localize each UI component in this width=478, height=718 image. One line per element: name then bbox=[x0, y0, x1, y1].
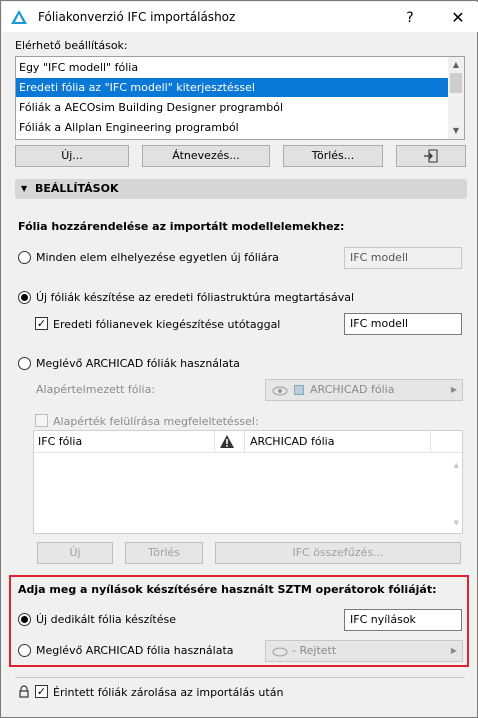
suffix-field[interactable]: IFC modell bbox=[344, 313, 462, 335]
default-layer-label: Alapértelmezett fólia: bbox=[36, 383, 156, 396]
divider bbox=[15, 677, 465, 678]
layer-icon bbox=[294, 385, 304, 395]
existing-layers-radio[interactable] bbox=[18, 357, 31, 370]
dialog-window: Fóliakonverzió IFC importáláshoz ? ✕ Elé… bbox=[0, 0, 478, 718]
scrollbar[interactable]: ▲ ▼ bbox=[448, 57, 464, 139]
chevron-up-icon: ▲ bbox=[453, 461, 459, 469]
chevron-right-icon: ▶ bbox=[450, 385, 457, 394]
import-preset-button[interactable] bbox=[396, 145, 466, 167]
delete-mapping-button: Törlés bbox=[125, 542, 203, 564]
openings-new-label: Új dedikált fólia készítése bbox=[36, 613, 177, 626]
openings-existing-radio[interactable] bbox=[18, 644, 31, 657]
lock-label: Érintett fóliák zárolása az importálás u… bbox=[53, 686, 284, 699]
default-layer-value: ARCHICAD fólia bbox=[310, 383, 395, 396]
warning-icon bbox=[220, 435, 234, 448]
delete-preset-button[interactable]: Törlés... bbox=[283, 145, 383, 167]
ifc-layer-cell: IFC fólia bbox=[38, 435, 83, 448]
list-item[interactable]: Egy "IFC modell" fólia bbox=[16, 58, 450, 77]
list-item[interactable]: Fóliák a Allplan Engineering programból bbox=[16, 118, 450, 137]
chevron-down-icon: ▼ bbox=[453, 519, 459, 527]
eye-icon bbox=[272, 386, 288, 396]
default-layer-select: ARCHICAD fólia ▶ bbox=[265, 379, 463, 401]
table-row[interactable]: IFC fólia ARCHICAD fólia bbox=[34, 431, 462, 453]
archicad-layer-cell: ARCHICAD fólia bbox=[250, 435, 335, 448]
new-layers-label: Új fóliák készítése az eredeti fóliastru… bbox=[36, 291, 355, 304]
openings-layer-select: - Rejtett ▶ bbox=[265, 640, 463, 662]
rename-preset-button[interactable]: Átnevezés... bbox=[142, 145, 270, 167]
single-layer-radio[interactable] bbox=[18, 251, 31, 264]
single-layer-label: Minden elem elhelyezése egyetlen új fóli… bbox=[36, 251, 279, 264]
new-mapping-button: Új bbox=[37, 542, 113, 564]
suffix-label: Eredeti fólianevek kiegészítése utótagga… bbox=[53, 318, 281, 331]
list-item[interactable]: Fóliák a AECOsim Building Designer progr… bbox=[16, 98, 450, 117]
override-label: Alapérték felülírása megfeleltetéssel: bbox=[53, 415, 259, 428]
lock-checkbox[interactable]: ✓ bbox=[35, 685, 48, 698]
archicad-icon bbox=[11, 10, 27, 24]
openings-layer-field[interactable]: IFC nyílások bbox=[344, 609, 462, 631]
eye-closed-icon bbox=[272, 647, 288, 657]
list-item[interactable]: Eredeti fólia az "IFC modell" kiterjeszt… bbox=[16, 78, 450, 97]
new-layers-radio[interactable] bbox=[18, 291, 31, 304]
lock-icon bbox=[19, 685, 29, 698]
presets-list[interactable]: Egy "IFC modell" fólia Eredeti fólia az … bbox=[15, 56, 465, 140]
override-checkbox bbox=[35, 414, 48, 427]
scrollbar-thumb[interactable] bbox=[450, 73, 462, 93]
chevron-down-icon[interactable]: ▼ bbox=[448, 123, 464, 139]
chevron-right-icon: ▶ bbox=[450, 646, 457, 655]
merge-ifc-button: IFC összefűzés... bbox=[215, 542, 461, 564]
assign-heading: Fólia hozzárendelése az importált modell… bbox=[18, 220, 345, 233]
suffix-checkbox[interactable]: ✓ bbox=[35, 317, 48, 330]
openings-layer-value: - Rejtett bbox=[292, 644, 337, 657]
settings-header-label: BEÁLLÍTÁSOK bbox=[35, 182, 119, 195]
new-preset-button[interactable]: Új... bbox=[15, 145, 129, 167]
chevron-up-icon[interactable]: ▲ bbox=[448, 57, 464, 73]
existing-layers-label: Meglévő ARCHICAD fóliák használata bbox=[36, 357, 240, 370]
openings-heading: Adja meg a nyílások készítésére használt… bbox=[18, 583, 437, 596]
openings-existing-label: Meglévő ARCHICAD fólia használata bbox=[36, 644, 234, 657]
window-title: Fóliakonverzió IFC importáláshoz bbox=[38, 10, 236, 24]
single-layer-name-field: IFC modell bbox=[344, 247, 462, 269]
chevron-down-icon: ▼ bbox=[21, 184, 28, 193]
help-button[interactable]: ? bbox=[400, 8, 420, 28]
close-button[interactable]: ✕ bbox=[448, 8, 468, 28]
mapping-table[interactable]: IFC fólia ARCHICAD fólia ▲ ▼ bbox=[33, 430, 463, 534]
openings-new-radio[interactable] bbox=[18, 613, 31, 626]
title-bar: Fóliakonverzió IFC importáláshoz ? ✕ bbox=[2, 2, 478, 32]
import-icon bbox=[424, 149, 438, 163]
settings-section-header[interactable]: ▼ BEÁLLÍTÁSOK bbox=[15, 179, 467, 199]
presets-label: Elérhető beállítások: bbox=[15, 39, 128, 52]
